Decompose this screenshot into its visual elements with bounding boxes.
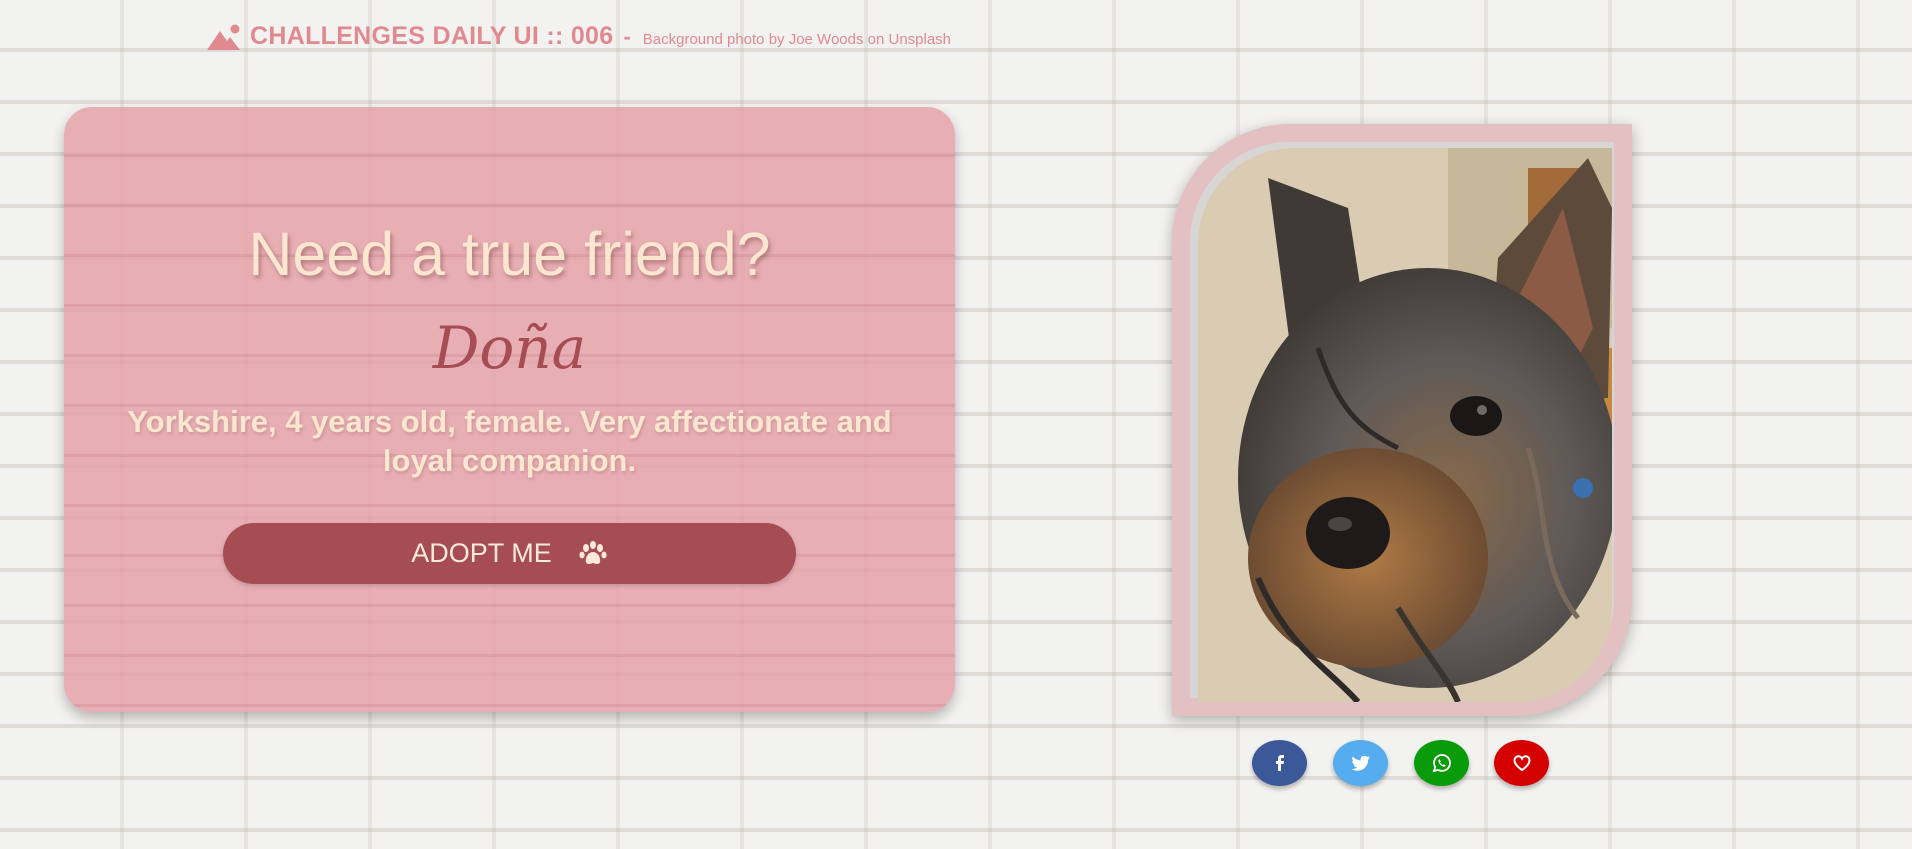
adoption-card: Need a true friend? Doña Yorkshire, 4 ye… — [64, 107, 955, 712]
pet-name: Doña — [432, 314, 587, 382]
mountain-sun-icon — [207, 24, 240, 50]
card-heading: Need a true friend? — [248, 220, 771, 288]
pet-description: Yorkshire, 4 years old, female. Very aff… — [127, 404, 892, 478]
favorite-button[interactable] — [1494, 740, 1549, 786]
dog-photo — [1198, 148, 1612, 702]
twitter-share-button[interactable] — [1333, 740, 1388, 786]
twitter-icon — [1351, 755, 1370, 771]
title-separator: - — [623, 24, 631, 49]
adopt-me-label: ADOPT ME — [411, 538, 552, 568]
pet-photo-frame — [1172, 124, 1632, 716]
facebook-icon — [1275, 755, 1284, 771]
page-header: CHALLENGES DAILY UI :: 006 - Background … — [207, 22, 951, 51]
adopt-me-button[interactable]: ADOPT ME — [223, 523, 796, 584]
page-title: CHALLENGES DAILY UI :: 006 — [250, 22, 614, 50]
paw-icon — [579, 540, 607, 564]
dog-illustration — [1198, 148, 1612, 702]
facebook-share-button[interactable] — [1252, 740, 1307, 786]
photo-credit: Background photo by Joe Woods on Unsplas… — [642, 31, 952, 48]
whatsapp-icon — [1432, 754, 1451, 773]
heart-icon — [1512, 755, 1531, 772]
whatsapp-share-button[interactable] — [1414, 740, 1469, 786]
